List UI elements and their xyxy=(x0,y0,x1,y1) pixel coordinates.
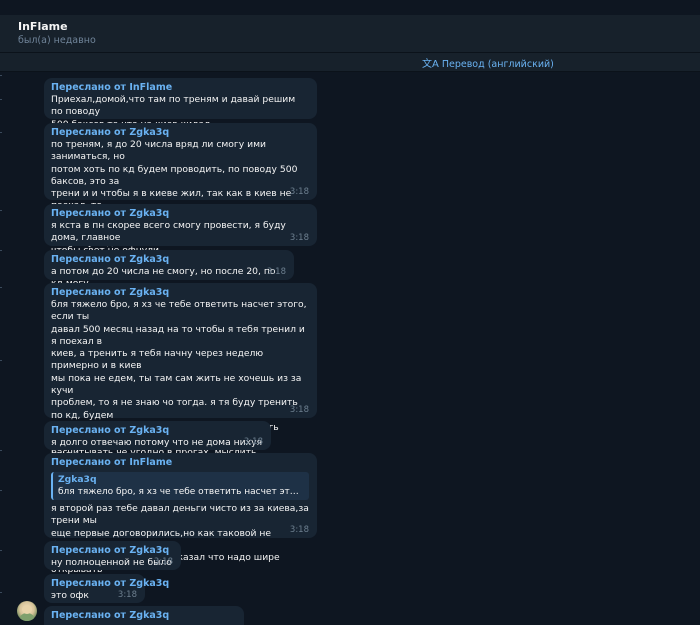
message-time: 3:18 xyxy=(289,233,309,243)
translate-button[interactable]: 文A Перевод (английский) xyxy=(422,55,554,70)
message-time: 3:18 xyxy=(153,557,173,567)
quote-author: Zgka3q xyxy=(58,474,97,485)
message-bubble[interactable]: Переслано от Zgka3q я долго отвечаю пото… xyxy=(44,421,271,460)
forwarded-from-label[interactable]: Переслано от Zgka3q xyxy=(51,208,309,220)
message-bubble[interactable]: Переслано от Zgka3q xyxy=(44,606,244,625)
chat-title[interactable]: InFlame xyxy=(18,20,68,33)
message-time: 3:18 xyxy=(117,590,137,600)
window-top-strip xyxy=(0,0,700,15)
message-time: 3:18 xyxy=(266,267,286,277)
forwarded-from-label[interactable]: Переслано от Zgka3q xyxy=(51,127,309,139)
chat-status: был(а) недавно xyxy=(18,35,96,46)
message-list[interactable]: Переслано от InFlame Приехал,домой,что т… xyxy=(0,72,700,625)
forwarded-from-label[interactable]: Переслано от InFlame xyxy=(51,457,309,469)
message-bubble[interactable]: Переслано от Zgka3q ну полноценной не бы… xyxy=(44,541,181,570)
message-bubble[interactable]: Переслано от Zgka3q это офк 3:18 xyxy=(44,574,169,603)
message-time: 3:18 xyxy=(289,525,309,535)
message-time: 3:18 xyxy=(289,405,309,415)
quote-text: бля тяжело бро, я хз че тебе ответить на… xyxy=(58,487,304,497)
forwarded-from-label[interactable]: Переслано от Zgka3q xyxy=(51,254,286,266)
message-time: 3:18 xyxy=(289,187,309,197)
reply-quote[interactable]: Zgka3q бля тяжело бро, я хз че тебе отве… xyxy=(51,472,309,500)
message-time: 3:18 xyxy=(243,437,263,447)
message-bubble[interactable]: Переслано от Zgka3q бля тяжело бро, я хз… xyxy=(44,283,317,531)
translate-icon: 文A xyxy=(422,59,439,70)
chat-header[interactable]: InFlame был(а) недавно xyxy=(0,15,700,53)
translate-bar: 文A Перевод (английский) xyxy=(0,53,700,72)
forwarded-from-label[interactable]: Переслано от Zgka3q xyxy=(51,578,169,590)
message-bubble[interactable]: Переслано от Zgka3q я кста в пн скорее в… xyxy=(44,204,317,256)
forwarded-from-label[interactable]: Переслано от Zgka3q xyxy=(51,610,236,622)
forwarded-from-label[interactable]: Переслано от InFlame xyxy=(51,82,309,94)
sender-avatar[interactable] xyxy=(17,601,37,621)
forwarded-from-label[interactable]: Переслано от Zgka3q xyxy=(51,545,173,557)
forwarded-from-label[interactable]: Переслано от Zgka3q xyxy=(51,425,263,437)
avatar-face xyxy=(22,605,32,614)
message-bubble[interactable]: Переслано от InFlame Приехал,домой,что т… xyxy=(44,78,317,130)
translate-label: Перевод (английский) xyxy=(441,59,554,70)
avatar-body xyxy=(20,613,34,621)
message-bubble[interactable]: Переслано от Zgka3q а потом до 20 числа … xyxy=(44,250,294,289)
message-bubble[interactable]: Переслано от Zgka3q по треням, я до 20 ч… xyxy=(44,123,317,248)
message-bubble[interactable]: Переслано от InFlame Zgka3q бля тяжело б… xyxy=(44,453,317,575)
forwarded-from-label[interactable]: Переслано от Zgka3q xyxy=(51,287,309,299)
